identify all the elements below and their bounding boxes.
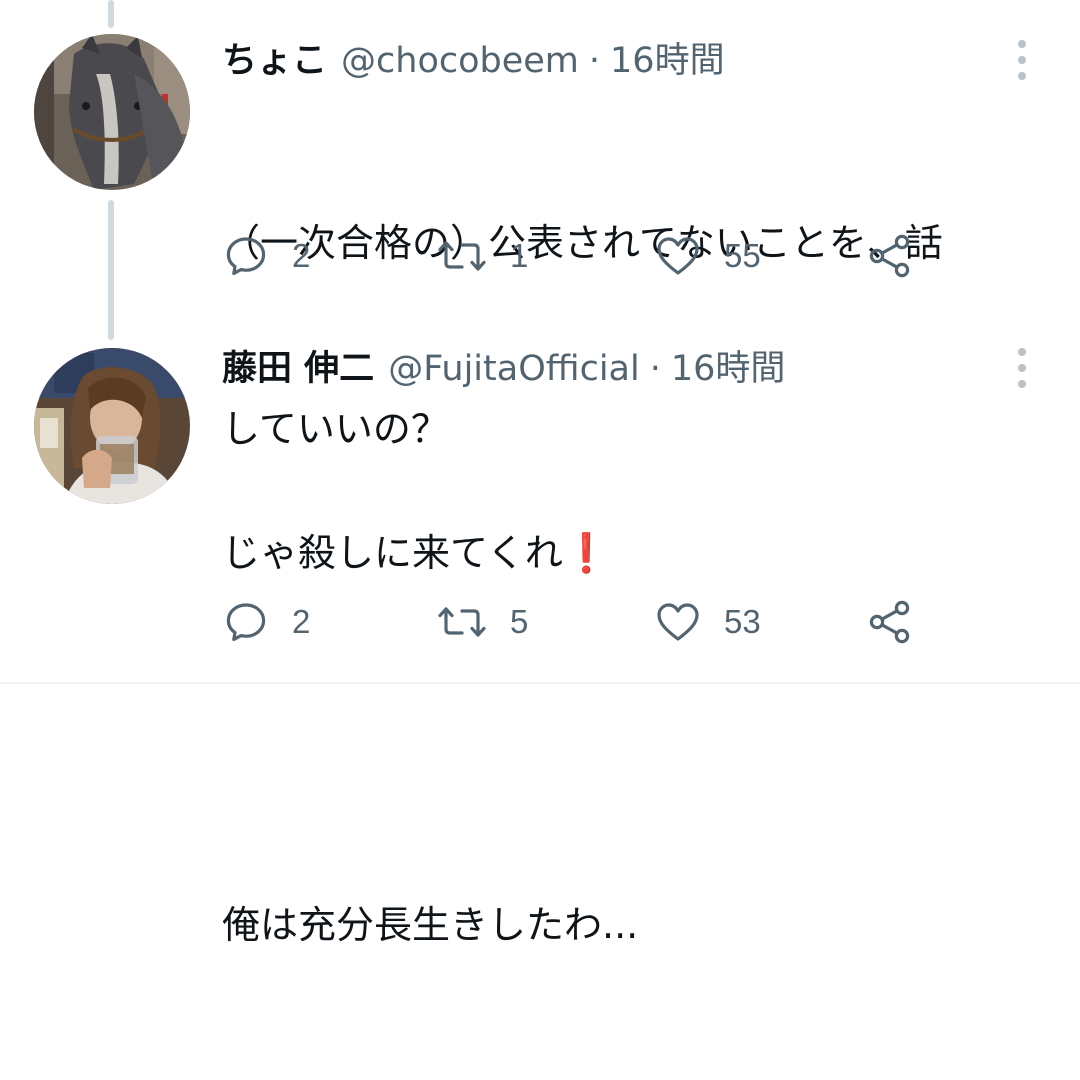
separator: ·	[588, 41, 601, 81]
retweet-button[interactable]: 1	[436, 230, 528, 282]
author-handle[interactable]: @chocobeem	[341, 38, 579, 84]
reply-button[interactable]: 2	[222, 230, 310, 282]
tweet-text-line: 俺は充分長生きしたわ...	[222, 903, 639, 947]
retweet-count: 5	[510, 603, 529, 640]
tweet-actions: 2 5 53	[222, 596, 922, 648]
tweet[interactable]: 藤田 伸二 @FujitaOfficial · 16時間 じゃ殺しに来てくれ❗ …	[0, 330, 1080, 947]
share-icon	[869, 600, 910, 644]
tweet-header: 藤田 伸二 @FujitaOfficial · 16時間	[222, 346, 785, 392]
retweet-count: 1	[510, 237, 529, 274]
heart-icon	[657, 603, 699, 641]
like-button[interactable]: 55	[654, 230, 761, 282]
exclamation-emoji: ❗	[562, 531, 611, 575]
like-count: 53	[724, 603, 761, 640]
reply-button[interactable]: 2	[222, 596, 310, 648]
share-button[interactable]	[866, 596, 914, 648]
avatar[interactable]	[34, 34, 190, 190]
reply-icon	[226, 603, 266, 641]
divider	[0, 682, 1080, 684]
share-icon	[869, 234, 910, 278]
author-name[interactable]: 藤田 伸二	[222, 346, 374, 392]
like-button[interactable]: 53	[654, 596, 761, 648]
reply-count: 2	[292, 237, 311, 274]
tweet[interactable]: ちょこ @chocobeem · 16時間 （一次合格の）公表されてないことを、…	[0, 0, 1080, 451]
tweet-actions: 2 1 55	[222, 230, 922, 282]
author-name[interactable]: ちょこ	[222, 38, 327, 84]
more-options-icon[interactable]	[1012, 40, 1032, 80]
timestamp[interactable]: 16時間	[671, 346, 786, 392]
reply-count: 2	[292, 603, 311, 640]
like-count: 55	[724, 237, 761, 274]
reply-icon	[226, 237, 266, 275]
tweet-header: ちょこ @chocobeem · 16時間	[222, 38, 725, 84]
heart-icon	[657, 237, 699, 275]
retweet-icon	[438, 241, 486, 271]
tweet-text-segment: じゃ殺しに来てくれ	[222, 531, 563, 575]
tweet-text: じゃ殺しに来てくれ❗ 俺は充分長生きしたわ...	[222, 398, 1052, 1080]
more-options-icon[interactable]	[1012, 348, 1032, 388]
retweet-icon	[438, 607, 486, 637]
tweet-text-line: じゃ殺しに来てくれ❗	[222, 522, 1052, 584]
author-handle[interactable]: @FujitaOfficial	[388, 346, 640, 392]
horse-avatar-image	[34, 34, 190, 190]
man-avatar-image	[34, 348, 190, 504]
tweet-text-blank	[222, 708, 1052, 770]
avatar[interactable]	[34, 348, 190, 504]
share-button[interactable]	[866, 230, 914, 282]
timestamp[interactable]: 16時間	[610, 38, 725, 84]
retweet-button[interactable]: 5	[436, 596, 528, 648]
separator: ·	[649, 349, 661, 389]
